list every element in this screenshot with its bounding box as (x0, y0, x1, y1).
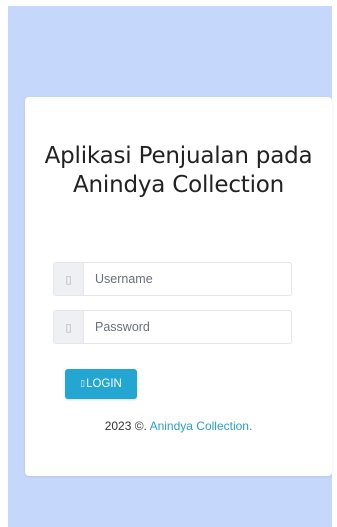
login-button[interactable]: ▯ LOGIN (65, 369, 137, 399)
login-button-label: LOGIN (86, 378, 122, 390)
username-input-group: ▯ (53, 262, 292, 296)
footer-copyright: 2023 ©. (104, 419, 147, 433)
footer-brand-link[interactable]: Anindya Collection. (150, 419, 253, 433)
login-card: Aplikasi Penjualan pada Anindya Collecti… (25, 97, 332, 476)
password-input[interactable] (84, 311, 291, 343)
user-icon: ▯ (54, 263, 84, 295)
footer: 2023 ©. Anindya Collection. (25, 419, 332, 433)
username-input[interactable] (84, 263, 291, 295)
password-input-group: ▯ (53, 310, 292, 344)
sign-in-icon: ▯ (80, 379, 86, 389)
lock-icon: ▯ (54, 311, 84, 343)
page-title: Aplikasi Penjualan pada Anindya Collecti… (44, 143, 313, 198)
